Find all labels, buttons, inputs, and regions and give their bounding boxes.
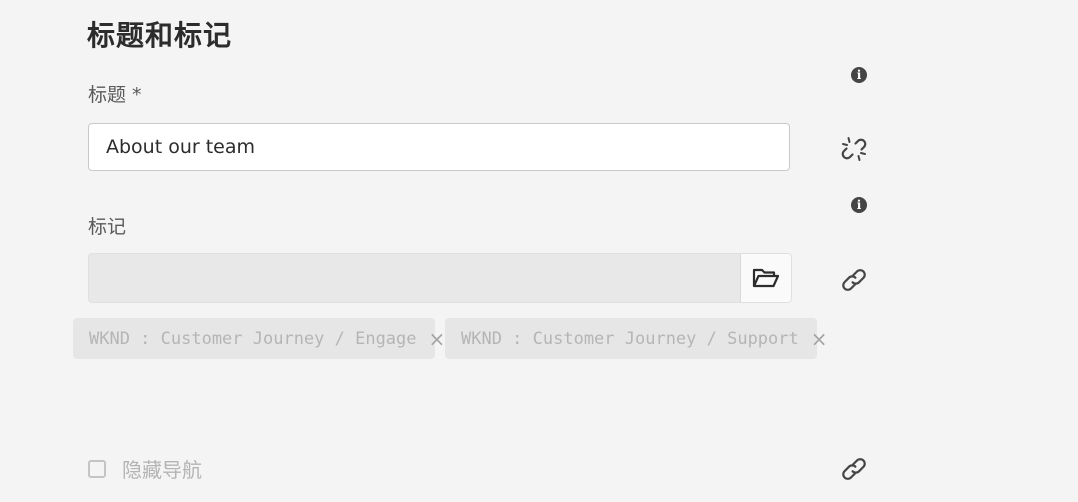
remove-tag-icon[interactable]: ×: [811, 329, 828, 349]
tags-field-label: 标记: [88, 216, 127, 238]
broken-link-icon[interactable]: [840, 135, 868, 163]
hide-navigation-label: 隐藏导航: [122, 458, 202, 482]
page-properties-panel: 标题和标记 标题 * i 标记 i WKND : Customer Journe…: [0, 0, 1078, 502]
folder-open-icon: [752, 268, 780, 288]
hide-navigation-link-icon[interactable]: [840, 455, 868, 483]
tag-chip-label: WKND : Customer Journey / Engage: [89, 328, 417, 349]
tags-input[interactable]: [89, 254, 741, 302]
remove-tag-icon[interactable]: ×: [429, 329, 446, 349]
tags-field: [88, 253, 792, 303]
title-field-label: 标题 *: [88, 84, 142, 106]
hide-navigation-checkbox[interactable]: 隐藏导航: [88, 454, 202, 483]
tags-info-icon[interactable]: i: [851, 197, 867, 213]
tag-chip: WKND : Customer Journey / Support ×: [445, 318, 828, 359]
checkbox-box[interactable]: [88, 459, 106, 478]
title-info-icon[interactable]: i: [851, 67, 867, 83]
section-title: 标题和标记: [87, 19, 233, 52]
tags-link-icon[interactable]: [840, 266, 868, 294]
tag-chip: WKND : Customer Journey / Engage ×: [73, 318, 445, 359]
tag-chip-label: WKND : Customer Journey / Support: [461, 328, 799, 349]
browse-tags-button[interactable]: [740, 254, 791, 302]
title-input[interactable]: [88, 123, 790, 171]
